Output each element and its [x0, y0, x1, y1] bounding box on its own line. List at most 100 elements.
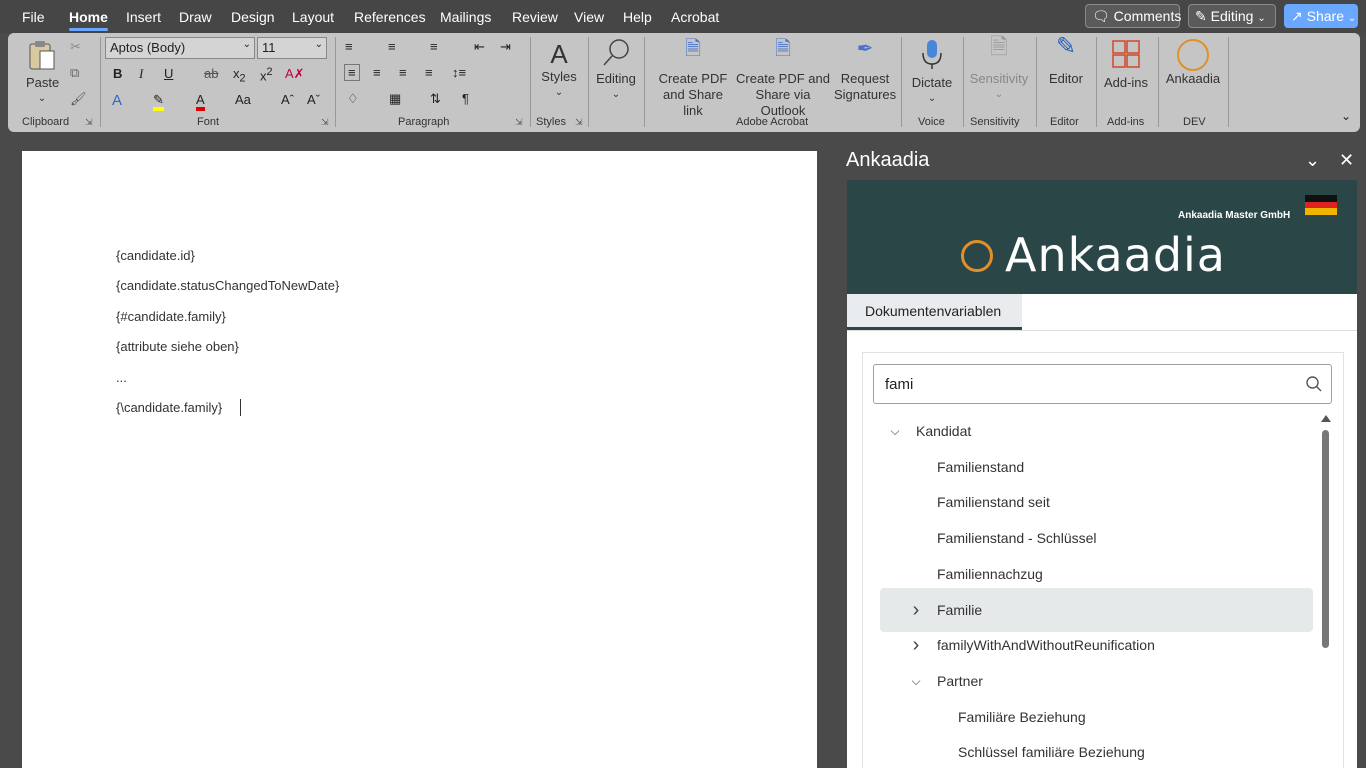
decrease-indent-icon[interactable]: ⇤ [474, 39, 485, 55]
document-line[interactable]: {\candidate.family} [116, 400, 222, 415]
search-icon[interactable] [1305, 375, 1323, 393]
tab-file[interactable]: File [22, 9, 45, 25]
chevron-down-icon: ⌄ [994, 89, 1004, 100]
tab-view[interactable]: View [574, 9, 604, 25]
document-line[interactable]: {candidate.statusChangedToNewDate} [116, 278, 339, 293]
editor-pen-icon: ✎ [1055, 33, 1077, 60]
request-signatures-button[interactable]: ✒ Request Signatures [834, 39, 896, 103]
document-line[interactable]: {#candidate.family} [116, 309, 226, 324]
search-input[interactable]: fami [873, 364, 1332, 404]
tab-acrobat[interactable]: Acrobat [671, 9, 719, 25]
editing-mode-button[interactable]: ✎ Editing ⌄ [1188, 4, 1276, 28]
share-button[interactable]: ↗ Share ⌄ [1284, 4, 1358, 28]
increase-indent-icon[interactable]: ⇥ [500, 39, 511, 55]
font-size-select[interactable]: 11 ⌄ [257, 37, 327, 59]
tab-dokumentenvariablen[interactable]: Dokumentenvariablen [847, 294, 1022, 330]
variables-card: fami ⌵ Kandidat Familienstand Familienstand… [862, 352, 1344, 768]
editor-button[interactable]: ✎ Editor [1042, 33, 1090, 87]
document-page[interactable]: {candidate.id} {candidate.statusChangedT… [22, 151, 817, 768]
tree-item[interactable]: Schlüssel familiäre Beziehung [880, 730, 1313, 768]
divider [1228, 37, 1229, 127]
collapse-ribbon-icon[interactable]: ⌄ [1341, 109, 1351, 123]
italic-icon[interactable]: I [139, 66, 143, 82]
dialog-launcher-icon[interactable]: ⇲ [575, 117, 583, 128]
subscript-icon[interactable]: x2 [233, 66, 246, 85]
grow-font-icon[interactable]: Aˆ [281, 92, 294, 107]
superscript-icon[interactable]: x2 [260, 66, 273, 83]
ankaadia-ribbon-button[interactable]: Ankaadia [1163, 39, 1223, 87]
comments-button[interactable]: 🗨 Comments [1085, 4, 1181, 28]
highlight-icon[interactable]: ✎ [153, 92, 164, 111]
tab-help[interactable]: Help [623, 9, 652, 25]
group-adobe-label: Adobe Acrobat [736, 116, 809, 128]
justify-icon[interactable]: ≡ [425, 65, 433, 80]
chevron-down-icon: ⌄ [242, 39, 251, 50]
company-name: Ankaadia Master GmbH [1178, 210, 1291, 221]
create-pdf-share-link-button[interactable]: 🗎 Create PDF and Share link [652, 39, 734, 119]
editing-button[interactable]: Editing ⌄ [593, 37, 639, 103]
font-name-select[interactable]: Aptos (Body) ⌄ [105, 37, 255, 59]
tab-layout[interactable]: Layout [292, 9, 334, 25]
tab-design[interactable]: Design [231, 9, 275, 25]
strikethrough-icon[interactable]: ab [204, 66, 218, 81]
group-clipboard-label: Clipboard [22, 116, 70, 128]
menu-bar: File Home Insert Draw Design Layout Refe… [0, 0, 1366, 33]
close-icon[interactable]: ✕ [1339, 150, 1354, 171]
borders-icon[interactable]: ▦ [389, 91, 401, 107]
tree-scrollbar[interactable] [1320, 413, 1332, 768]
addins-button[interactable]: Add-ins [1101, 39, 1151, 91]
show-formatting-icon[interactable]: ¶ [462, 91, 469, 106]
text-effects-icon[interactable]: A [112, 92, 122, 109]
tab-home[interactable]: Home [69, 9, 108, 31]
chevron-down-icon: ⌄ [927, 93, 937, 104]
font-color-icon[interactable]: A [196, 92, 205, 111]
styles-button[interactable]: A Styles ⌄ [536, 39, 582, 101]
copy-icon[interactable]: ⧉ [70, 65, 79, 81]
chevron-down-icon: ⌄ [37, 93, 47, 104]
shrink-font-icon[interactable]: Aˇ [307, 92, 320, 107]
multilevel-list-icon[interactable]: ≡ [430, 39, 438, 54]
align-left-icon[interactable]: ≡ [344, 64, 360, 81]
document-line[interactable]: {attribute siehe oben} [116, 339, 239, 354]
tab-insert[interactable]: Insert [126, 9, 161, 25]
german-flag-icon[interactable] [1305, 195, 1337, 215]
change-case-icon[interactable]: Aa [235, 92, 251, 107]
tab-draw[interactable]: Draw [179, 9, 212, 25]
bullets-icon[interactable]: ≡ [345, 39, 353, 54]
dialog-launcher-icon[interactable]: ⇲ [85, 117, 93, 128]
ankaadia-logo-ring [961, 240, 993, 272]
divider [335, 37, 336, 127]
scroll-up-icon[interactable] [1321, 415, 1331, 422]
create-pdf-outlook-button[interactable]: 🗎 Create PDF and Share via Outlook [734, 39, 832, 119]
tab-mailings[interactable]: Mailings [440, 9, 491, 25]
ankaadia-ring-icon [1177, 39, 1209, 71]
format-painter-icon[interactable]: 🖌 [70, 91, 87, 107]
chevron-down-icon: ⌄ [554, 87, 564, 98]
paste-button[interactable]: Paste ⌄ [26, 39, 59, 107]
align-center-icon[interactable]: ≡ [373, 65, 381, 80]
microphone-icon [922, 40, 942, 69]
numbering-icon[interactable]: ≡ [388, 39, 396, 54]
tab-review[interactable]: Review [512, 9, 558, 25]
tab-references[interactable]: References [354, 9, 426, 25]
pane-options-icon[interactable]: ⌄ [1305, 150, 1320, 171]
dictate-button[interactable]: Dictate ⌄ [906, 39, 958, 107]
shading-icon[interactable]: ♢ [347, 91, 359, 107]
document-line[interactable]: {candidate.id} [116, 248, 195, 263]
scrollbar-thumb[interactable] [1322, 430, 1329, 648]
document-line[interactable]: ... [116, 370, 127, 385]
sort-icon[interactable]: ⇅ [430, 91, 441, 107]
text-cursor [240, 399, 241, 416]
ankaadia-addin: Ankaadia Master GmbH Ankaadia Dokumenten… [847, 180, 1357, 768]
bold-icon[interactable]: B [113, 66, 122, 81]
group-styles-label: Styles [536, 116, 566, 128]
sensitivity-button[interactable]: 🗎 Sensitivity ⌄ [968, 36, 1030, 103]
line-spacing-icon[interactable]: ↕≡ [452, 65, 466, 80]
cut-icon[interactable]: ✂ [70, 39, 81, 55]
align-right-icon[interactable]: ≡ [399, 65, 407, 80]
clear-formatting-icon[interactable]: A✗ [285, 66, 305, 82]
divider [588, 37, 589, 127]
dialog-launcher-icon[interactable]: ⇲ [515, 117, 523, 128]
dialog-launcher-icon[interactable]: ⇲ [321, 117, 329, 128]
underline-icon[interactable]: U [164, 66, 173, 81]
